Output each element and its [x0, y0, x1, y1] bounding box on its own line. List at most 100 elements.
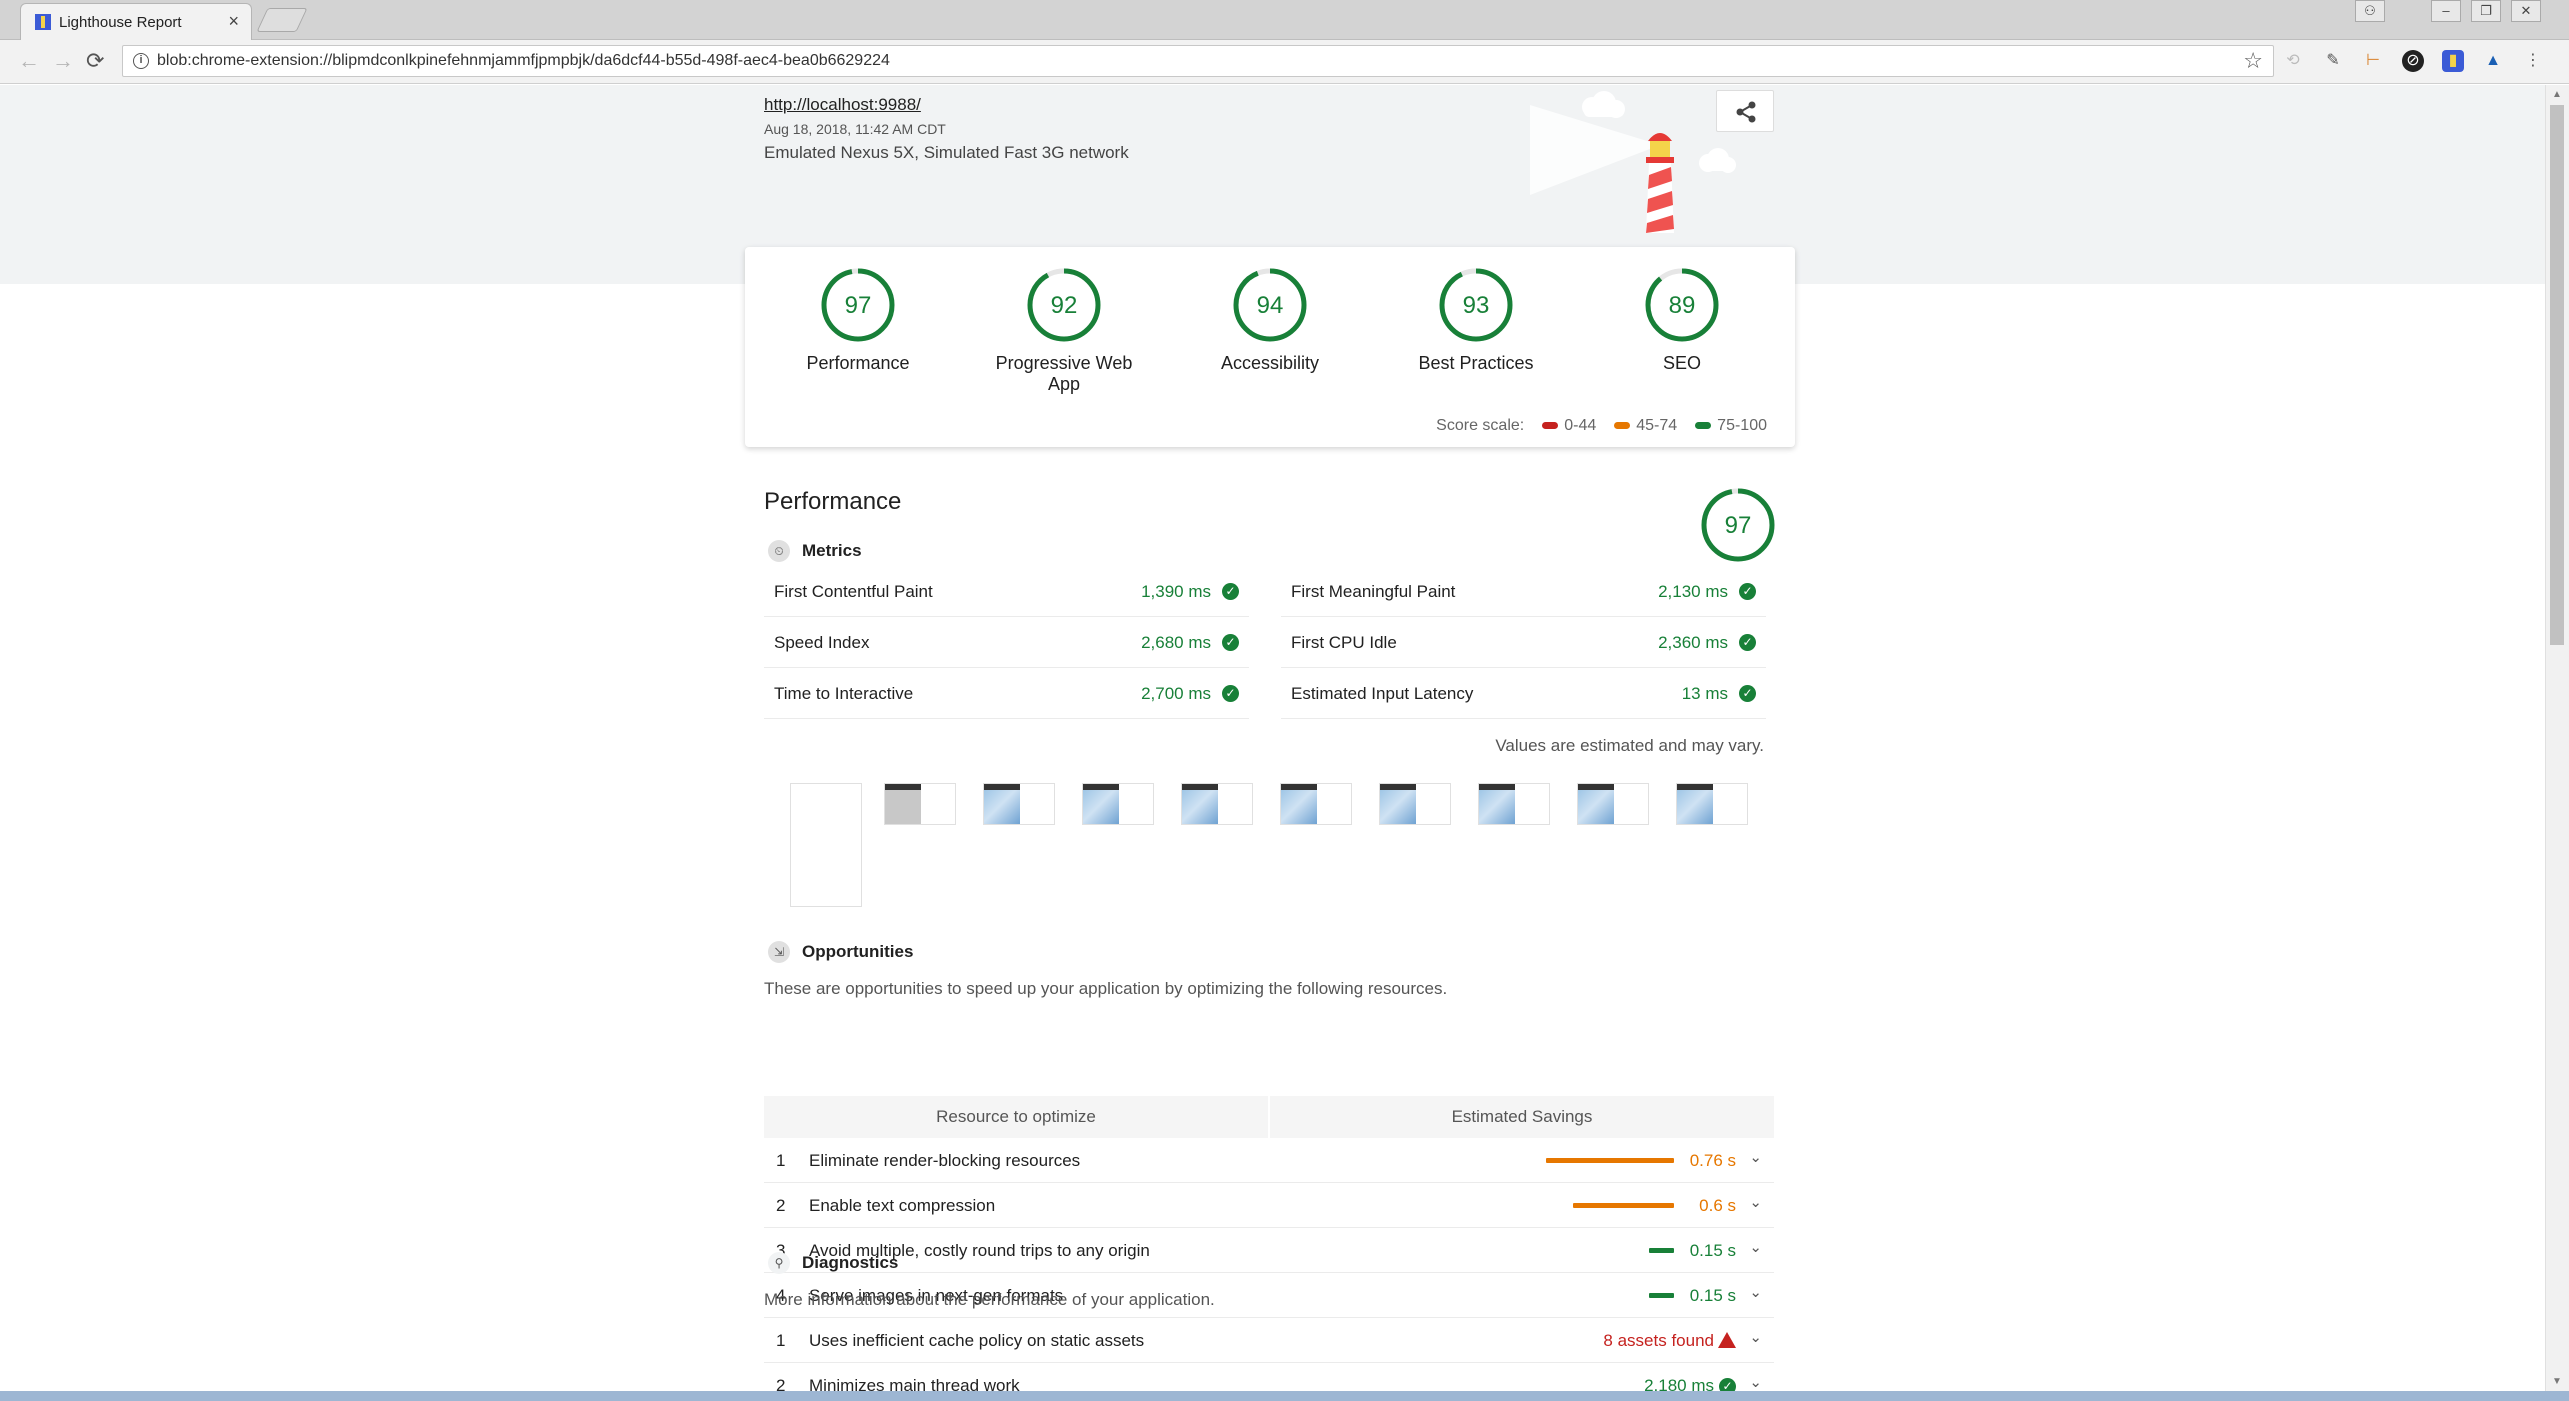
- metric-name: Time to Interactive: [774, 684, 914, 703]
- metric-value: 2,130 ms: [1658, 582, 1728, 601]
- gauge-best-practices[interactable]: 93 Best Practices: [1391, 267, 1561, 374]
- site-info-icon[interactable]: i: [133, 53, 149, 69]
- minimize-icon[interactable]: –: [2431, 0, 2461, 22]
- bookmark-star-icon[interactable]: ☆: [2243, 48, 2263, 74]
- forward-icon[interactable]: →: [52, 48, 74, 74]
- metric-value: 2,680 ms: [1141, 633, 1211, 652]
- gauge-score-text: 92: [1051, 292, 1078, 319]
- scroll-down-icon[interactable]: ▼: [2552, 1376, 2562, 1387]
- address-bar[interactable]: i blob:chrome-extension://blipmdconlkpin…: [122, 45, 2274, 77]
- scale-pass: 75-100: [1695, 417, 1767, 435]
- fetch-time: Aug 18, 2018, 11:42 AM CDT: [764, 121, 946, 137]
- gauge-seo[interactable]: 89 SEO: [1597, 267, 1767, 374]
- new-tab-button[interactable]: [256, 8, 308, 32]
- chevron-down-icon[interactable]: ⌄: [1749, 1148, 1762, 1166]
- final-url-link[interactable]: http://localhost:9988/: [764, 95, 921, 115]
- row-index: 2: [776, 1196, 786, 1215]
- filmstrip-frame: [884, 783, 956, 825]
- pass-check-icon: ✓: [1222, 685, 1239, 702]
- filmstrip-frame: [1280, 783, 1352, 825]
- metric-row: First Meaningful Paint 2,130 ms ✓: [1281, 567, 1766, 617]
- chevron-down-icon[interactable]: ⌄: [1749, 1193, 1762, 1211]
- scale-fail: 0-44: [1542, 417, 1596, 435]
- savings-value: 0.15 s: [1689, 1241, 1736, 1260]
- opportunity-row[interactable]: 1 Eliminate render-blocking resources 0.…: [764, 1138, 1774, 1183]
- extension-block-icon[interactable]: ⊘: [2402, 50, 2424, 72]
- savings-bar: [1546, 1158, 1674, 1163]
- diagnostic-row[interactable]: 1 Uses inefficient cache policy on stati…: [764, 1318, 1774, 1363]
- diagnostic-title: Uses inefficient cache policy on static …: [809, 1331, 1145, 1350]
- opportunity-row[interactable]: 2 Enable text compression 0.6 s ⌄: [764, 1183, 1774, 1228]
- gauge-pwa[interactable]: 92 Progressive Web App: [979, 267, 1149, 395]
- row-index: 1: [776, 1151, 786, 1170]
- stopwatch-icon: ⏲: [768, 540, 790, 562]
- back-icon[interactable]: ←: [18, 48, 40, 74]
- opportunity-title: Enable text compression: [809, 1196, 996, 1215]
- extension-arrow-icon[interactable]: ▲: [2482, 50, 2504, 72]
- metric-name: Speed Index: [774, 633, 870, 652]
- metrics-title: Metrics: [802, 541, 862, 560]
- browser-tab-strip: Lighthouse Report × ⚇ – ❐ ✕: [0, 0, 2569, 40]
- chevron-down-icon[interactable]: ⌄: [1749, 1238, 1762, 1256]
- gauge-score-text: 94: [1257, 292, 1284, 319]
- chevron-down-icon[interactable]: ⌄: [1749, 1283, 1762, 1301]
- opportunities-description: These are opportunities to speed up your…: [764, 979, 1448, 998]
- gauge-label: Performance: [806, 353, 910, 373]
- metrics-header: ⏲ Metrics: [768, 540, 862, 562]
- metric-name: Estimated Input Latency: [1291, 684, 1474, 703]
- diagnostics-title: Diagnostics: [802, 1253, 899, 1272]
- extension-eyedropper-icon[interactable]: ✎: [2322, 50, 2344, 72]
- diagnostic-row[interactable]: 2 Minimizes main thread work 2,180 ms ✓ …: [764, 1363, 1774, 1391]
- opportunity-title: Eliminate render-blocking resources: [809, 1151, 1081, 1170]
- opportunities-table: Resource to optimize Estimated Savings 1…: [764, 1096, 1774, 1318]
- lighthouse-illustration: [1530, 91, 1736, 233]
- filmstrip-frame: [1478, 783, 1550, 825]
- gauge-label: Best Practices: [1418, 353, 1534, 373]
- row-index: 1: [776, 1331, 786, 1350]
- opportunity-row[interactable]: 3 Avoid multiple, costly round trips to …: [764, 1228, 1774, 1273]
- pass-check-icon: ✓: [1719, 1378, 1736, 1391]
- reload-icon[interactable]: ⟳: [86, 48, 104, 74]
- page-scrollbar[interactable]: ▲ ▼: [2545, 85, 2569, 1391]
- chrome-menu-icon[interactable]: ⋮: [2522, 50, 2544, 72]
- tab-close-icon[interactable]: ×: [228, 11, 239, 32]
- savings-value: 0.6 s: [1699, 1196, 1736, 1215]
- score-scale: Score scale: 0-44 45-74 75-100: [1436, 417, 1767, 435]
- gauge-ring: 97: [821, 268, 895, 342]
- pass-check-icon: ✓: [1739, 583, 1756, 600]
- pass-check-icon: ✓: [1739, 685, 1756, 702]
- share-button[interactable]: [1716, 90, 1774, 132]
- share-icon: [1736, 101, 1756, 123]
- gauge-label: SEO: [1662, 353, 1701, 373]
- close-window-icon[interactable]: ✕: [2511, 0, 2541, 22]
- tab-lighthouse-report[interactable]: Lighthouse Report ×: [20, 3, 252, 40]
- scroll-up-icon[interactable]: ▲: [2552, 89, 2562, 100]
- profile-icon[interactable]: ⚇: [2355, 0, 2385, 22]
- diagnostic-value: 8 assets found: [1603, 1331, 1714, 1350]
- chevron-down-icon[interactable]: ⌄: [1749, 1328, 1762, 1346]
- gauge-performance[interactable]: 97 Performance: [773, 267, 943, 374]
- device-info: Emulated Nexus 5X, Simulated Fast 3G net…: [764, 143, 1129, 162]
- warning-icon: [1718, 1332, 1736, 1348]
- filmstrip-frame: [983, 783, 1055, 825]
- gauge-label: Progressive Web App: [995, 353, 1133, 394]
- extension-ruler-icon[interactable]: ⊢: [2362, 50, 2384, 72]
- url-text[interactable]: blob:chrome-extension://blipmdconlkpinef…: [157, 52, 890, 70]
- report-page: http://localhost:9988/ Aug 18, 2018, 11:…: [0, 85, 2545, 1391]
- opportunities-table-header: Resource to optimize Estimated Savings: [764, 1096, 1774, 1138]
- metric-name: First Meaningful Paint: [1291, 582, 1456, 601]
- diagnostics-description: More information about the performance o…: [764, 1290, 1215, 1309]
- scroll-thumb[interactable]: [2550, 105, 2564, 645]
- lighthouse-extension-icon[interactable]: ▮: [2442, 50, 2464, 72]
- filmstrip-frame: [1676, 783, 1748, 825]
- filmstrip-frame: [1082, 783, 1154, 825]
- gauge-score-text: 97: [845, 292, 872, 319]
- gauge-accessibility[interactable]: 94 Accessibility: [1185, 267, 1355, 374]
- performance-score-gauge: 97: [1701, 488, 1775, 562]
- extension-grey-icon[interactable]: ⟲: [2282, 50, 2304, 72]
- restore-icon[interactable]: ❐: [2471, 0, 2501, 22]
- pass-check-icon: ✓: [1222, 583, 1239, 600]
- gauge-ring: 92: [1027, 268, 1101, 342]
- chevron-down-icon[interactable]: ⌄: [1749, 1373, 1762, 1391]
- metric-value: 13 ms: [1681, 684, 1728, 703]
